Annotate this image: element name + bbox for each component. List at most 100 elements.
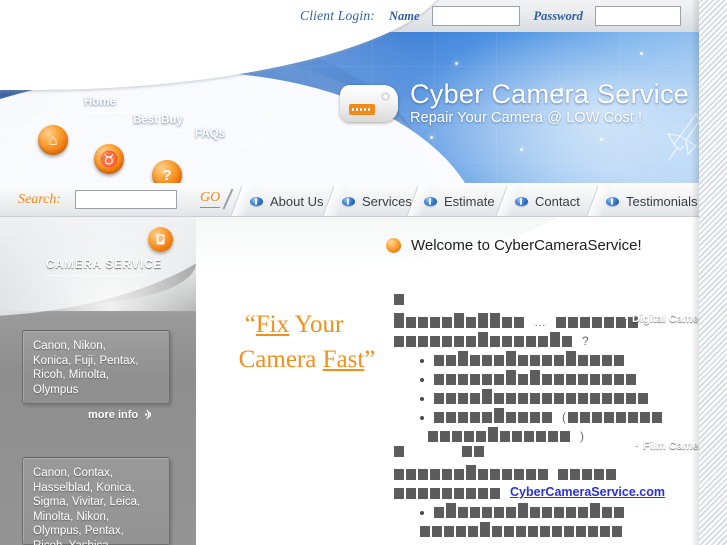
welcome-header: Welcome to CyberCameraService! <box>386 237 642 254</box>
client-login-label: Client Login: <box>300 8 375 23</box>
body-copy: … ? ( ) CyberCameraService.com <box>394 292 694 545</box>
text-line-bullet <box>394 387 694 404</box>
brand-line: Minolta, Nikon, <box>33 510 110 523</box>
tab-testimonials-label: Testimonials <box>626 193 698 209</box>
text-line-bullet: ( <box>394 406 694 423</box>
headline-open-quote: “ <box>244 311 256 338</box>
search-input[interactable] <box>75 190 177 209</box>
headline-word-camera: Camera <box>238 346 323 373</box>
more-info-label: more info <box>88 408 139 421</box>
right-edge-shadow <box>691 0 699 545</box>
headline-close-quote: ” <box>364 346 376 373</box>
blue-bullet-icon <box>515 196 528 206</box>
text-line-bullet <box>394 501 694 518</box>
home-icon[interactable]: ⌂ <box>38 125 68 155</box>
client-login-bar: Client Login: Name Password <box>0 0 699 90</box>
list-bullet <box>420 397 424 401</box>
bestbuy-leader-line <box>130 130 202 131</box>
text-line: ? <box>394 330 694 347</box>
site-logo-block[interactable]: Cyber Camera Service Repair Your Camera … <box>340 80 689 126</box>
search-label: Search: <box>18 192 62 207</box>
sidebar-title: CAMERA SERVICE <box>46 259 163 271</box>
banner-sparkle <box>520 148 523 151</box>
brand-line: Konica, Fuji, Pentax, <box>33 354 139 367</box>
sidebar-box-film-camera: Canon, Contax, Hasselblad, Konica, Sigma… <box>22 457 170 545</box>
headline-line2: Camera Fast” <box>204 342 384 377</box>
brand-text-group: Cyber Camera Service Repair Your Camera … <box>410 79 690 127</box>
document-list-glyph <box>156 234 165 245</box>
tab-services[interactable]: Services <box>342 189 412 213</box>
nav-link-home[interactable]: Home <box>84 96 116 108</box>
login-form: Client Login: Name Password <box>300 0 681 32</box>
camera-lens-shape <box>349 103 375 115</box>
search-go-button[interactable]: GO <box>200 190 221 208</box>
banner-sparkle <box>430 136 433 139</box>
blue-bullet-icon <box>424 196 437 206</box>
welcome-text: Welcome to CyberCameraService! <box>411 237 642 254</box>
list-bullet <box>420 378 424 382</box>
text-line-bullet <box>394 368 694 385</box>
list-bullet <box>420 511 424 515</box>
blue-bullet-icon <box>342 196 355 206</box>
list-bullet <box>420 416 424 420</box>
faqs-leader-line <box>193 145 251 146</box>
tab-estimate[interactable]: Estimate <box>424 189 495 213</box>
text-line-bullet <box>394 349 694 366</box>
trophy-icon[interactable]: ♉ <box>94 144 124 174</box>
main-content: Welcome to CyberCameraService! “Fix Your… <box>196 217 699 545</box>
site-link[interactable]: CyberCameraService.com <box>510 485 665 499</box>
tab-contact[interactable]: Contact <box>515 189 580 213</box>
brand-line: Ricoh, Minolta, <box>33 369 110 382</box>
list-bullet <box>420 359 424 363</box>
text-line <box>394 292 694 309</box>
nav-link-best-buy[interactable]: Best Buy <box>133 114 183 126</box>
right-edge-stripes <box>699 0 727 545</box>
brand-line: Olympus <box>33 383 79 396</box>
brand-line: Canon, Nikon, <box>33 340 106 352</box>
brand-line: Olympus, Pentax, <box>33 525 124 538</box>
banner-sparkle <box>455 62 458 65</box>
banner-sparkle <box>600 138 603 141</box>
tab-contact-label: Contact <box>535 193 580 209</box>
blue-bullet-icon <box>606 196 619 206</box>
orange-orb-icon <box>386 238 401 253</box>
heading-bullet: · <box>635 440 639 452</box>
home-glyph: ⌂ <box>48 131 58 149</box>
question-glyph: ? <box>162 166 172 184</box>
page-root: Cyber Camera Service Repair Your Camera … <box>0 0 727 545</box>
more-info-link-digital[interactable]: more info <box>88 408 156 421</box>
text-line-with-link: CyberCameraService.com <box>394 482 694 499</box>
signal-arcs-icon <box>145 409 152 420</box>
site-title: Cyber Camera Service <box>410 79 690 109</box>
text-line <box>394 463 694 480</box>
password-label: Password <box>533 8 583 23</box>
password-field[interactable] <box>594 6 681 26</box>
home-leader-line <box>82 112 154 113</box>
camera-icon <box>340 84 398 122</box>
text-line <box>394 520 694 537</box>
banner-sparkle <box>640 52 643 55</box>
headline-word-fast: Fast <box>322 346 365 373</box>
tab-estimate-label: Estimate <box>444 193 495 209</box>
sidebar-box-digital-camera: Canon, Nikon, Konica, Fuji, Pentax, Rico… <box>22 330 170 404</box>
tab-about-us-label: About Us <box>270 193 324 209</box>
tab-about-us[interactable]: About Us <box>250 189 323 213</box>
headline-word-your: Your <box>289 311 344 338</box>
blue-bullet-icon <box>250 196 263 206</box>
brand-line: Hasselblad, Konica, <box>33 481 135 494</box>
brand-line: Canon, Contax, <box>33 467 113 479</box>
tab-services-label: Services <box>362 193 412 209</box>
brand-line: Sigma, Vivitar, Leica, <box>33 496 141 509</box>
headline-word-fix: Fix <box>255 311 290 338</box>
name-field[interactable] <box>431 6 520 26</box>
page-headline: “Fix Your Camera Fast” <box>204 307 384 377</box>
brand-line: Ricoh, Yashica <box>33 539 159 545</box>
nav-link-faqs[interactable]: FAQs <box>195 128 225 140</box>
sidebar-title-rule <box>46 275 146 276</box>
document-list-icon[interactable] <box>148 227 173 252</box>
trophy-glyph: ♉ <box>99 151 119 168</box>
site-tagline: Repair Your Camera @ LOW Cost ! <box>410 110 643 127</box>
tab-testimonials[interactable]: Testimonials <box>606 189 698 213</box>
name-label: Name <box>388 8 420 23</box>
text-line <box>394 539 694 545</box>
